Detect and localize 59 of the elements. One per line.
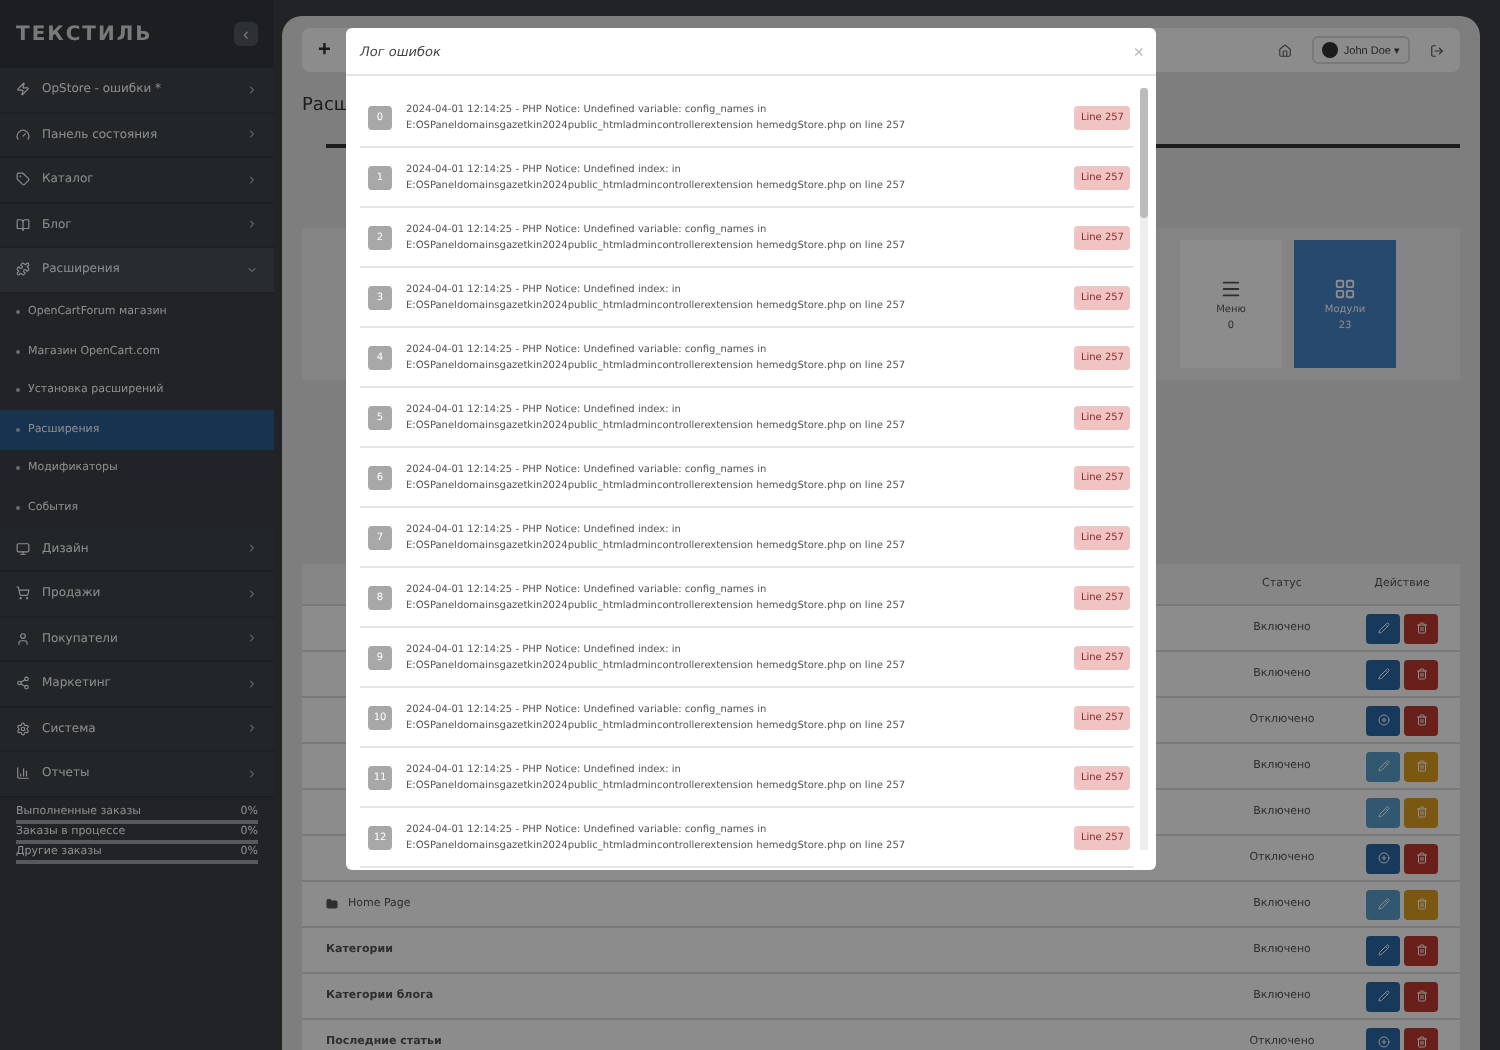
avatar <box>1321 42 1338 58</box>
chevron-icon <box>246 542 258 555</box>
chevron-icon <box>246 173 258 186</box>
chevron-icon <box>246 83 258 96</box>
plus-icon <box>1377 852 1389 864</box>
collapse-button[interactable]: ‹ <box>234 22 258 46</box>
edit-button[interactable] <box>1366 981 1400 1011</box>
install-button[interactable] <box>1366 1027 1400 1050</box>
store-icon[interactable] <box>1277 43 1292 57</box>
install-button[interactable] <box>1366 705 1400 735</box>
trash-icon <box>1415 668 1427 680</box>
edit-button[interactable] <box>1366 751 1400 781</box>
add-button[interactable]: + <box>318 38 331 62</box>
chevron-icon <box>246 767 258 780</box>
pencil-icon <box>1377 806 1389 818</box>
pencil-icon <box>1377 944 1389 956</box>
trash-icon <box>1415 852 1427 864</box>
edit-button[interactable] <box>1366 797 1400 827</box>
pencil-icon <box>1377 760 1389 772</box>
folder-icon <box>326 898 338 910</box>
plus-icon <box>1377 714 1389 726</box>
delete-button[interactable] <box>1404 889 1438 919</box>
pencil-icon <box>1377 668 1389 680</box>
edit-button[interactable] <box>1366 889 1400 919</box>
trash-icon <box>1415 622 1427 634</box>
delete-button[interactable] <box>1404 659 1438 689</box>
chevron-icon <box>246 677 258 690</box>
chevron-icon <box>246 587 258 600</box>
trash-icon <box>1415 1036 1427 1048</box>
logout-icon[interactable] <box>1430 43 1444 57</box>
chevron-icon <box>246 263 258 276</box>
delete-button[interactable] <box>1404 843 1438 873</box>
edit-button[interactable] <box>1366 935 1400 965</box>
trash-icon <box>1415 714 1427 726</box>
install-button[interactable] <box>1366 843 1400 873</box>
chevron-icon <box>246 632 258 645</box>
chevron-icon <box>246 218 258 231</box>
logo: ТЕКСТИЛЬ <box>16 23 153 45</box>
trash-icon <box>1415 760 1427 772</box>
pencil-icon <box>1377 990 1389 1002</box>
edit-button[interactable] <box>1366 613 1400 643</box>
edit-button[interactable] <box>1366 659 1400 689</box>
pencil-icon <box>1377 898 1389 910</box>
pencil-icon <box>1377 622 1389 634</box>
trash-icon <box>1415 944 1427 956</box>
delete-button[interactable] <box>1404 797 1438 827</box>
trash-icon <box>1415 898 1427 910</box>
delete-button[interactable] <box>1404 1027 1438 1050</box>
delete-button[interactable] <box>1404 935 1438 965</box>
trash-icon <box>1415 806 1427 818</box>
delete-button[interactable] <box>1404 751 1438 781</box>
grid-icon <box>1334 277 1356 299</box>
plus-icon <box>1377 1036 1389 1048</box>
trash-icon <box>1415 990 1427 1002</box>
delete-button[interactable] <box>1404 705 1438 735</box>
chevron-icon <box>246 722 258 735</box>
chevron-icon <box>246 128 258 141</box>
delete-button[interactable] <box>1404 613 1438 643</box>
delete-button[interactable] <box>1404 981 1438 1011</box>
